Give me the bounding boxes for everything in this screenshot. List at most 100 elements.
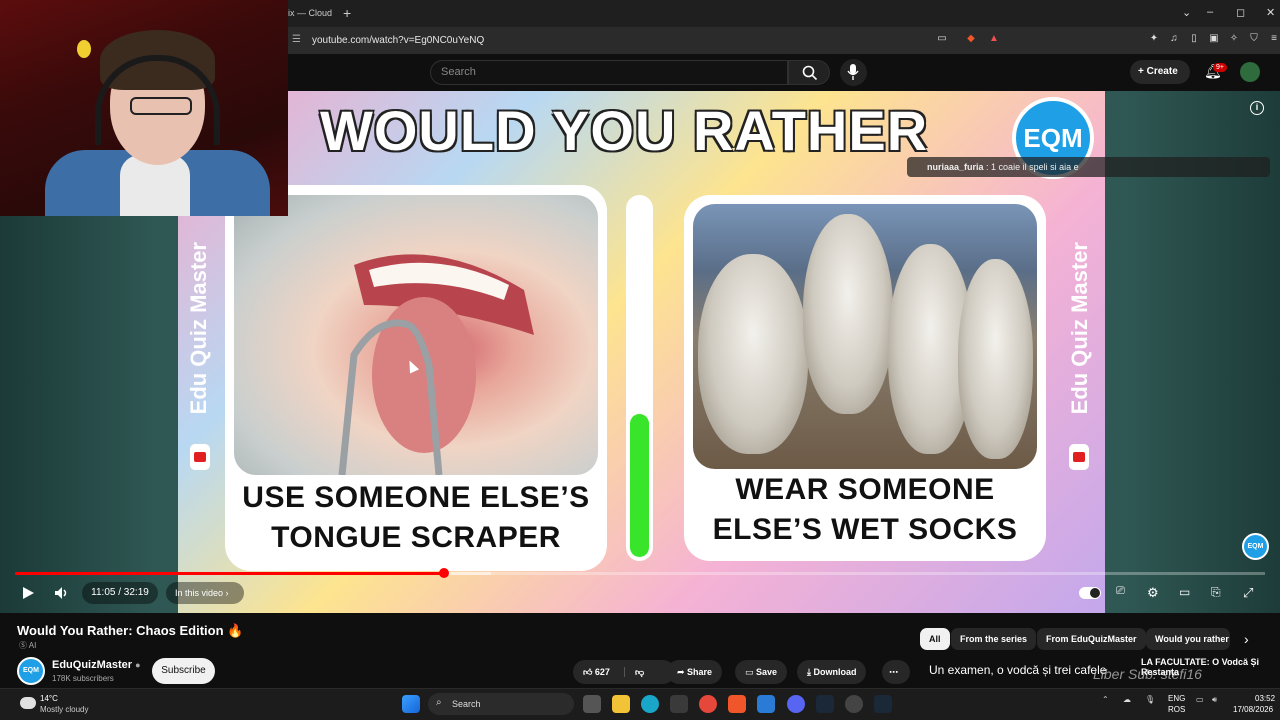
search-button[interactable]: [788, 60, 830, 85]
voice-search-button[interactable]: [840, 59, 867, 86]
cloud-icon[interactable]: [20, 697, 36, 709]
autoplay-toggle[interactable]: [1079, 587, 1101, 599]
close-window-button[interactable]: ✕: [1266, 6, 1275, 19]
chapter-label: In this video: [175, 588, 224, 598]
webcam-overlay: [0, 0, 288, 216]
input-language[interactable]: ENG: [1168, 694, 1185, 703]
weather-temp[interactable]: 14°C: [40, 694, 58, 703]
fullscreen-icon[interactable]: ⤢: [1243, 585, 1253, 601]
download-label: Download: [813, 667, 857, 677]
taskbar-search[interactable]: Search: [428, 693, 574, 715]
chip-would-you-rather[interactable]: Would you rather: [1146, 628, 1230, 650]
maximize-button[interactable]: ◻: [1236, 6, 1245, 19]
chapter-button[interactable]: In this video ›: [166, 582, 244, 604]
vscode-icon[interactable]: [757, 695, 775, 713]
windows-start-icon[interactable]: [402, 695, 420, 713]
side-brand-right: Edu Quiz Master: [1067, 242, 1092, 415]
file-explorer-icon[interactable]: [612, 695, 630, 713]
search-icon: [802, 65, 818, 81]
cast-icon[interactable]: ⎘: [1211, 585, 1221, 600]
task-view-icon[interactable]: [583, 695, 601, 713]
like-button[interactable]: 👍︎ 627 👎︎: [573, 660, 675, 684]
leo-icon[interactable]: ✧: [1228, 33, 1240, 45]
sidebar-icon[interactable]: ▯: [1188, 33, 1200, 45]
chevron-right-icon[interactable]: ›: [1244, 631, 1249, 647]
share-icon: ➦: [677, 667, 688, 677]
search-icon: ⌕: [436, 697, 442, 708]
search-input[interactable]: [430, 60, 788, 85]
video-title: Would You Rather: Chaos Edition 🔥: [17, 623, 244, 638]
menu-icon[interactable]: ≡: [1268, 33, 1280, 45]
media-icon[interactable]: ♫: [1168, 33, 1180, 45]
download-button[interactable]: ⤓ Download: [797, 660, 867, 684]
settings-gear-icon[interactable]: ⚙: [1147, 585, 1159, 601]
wall-sign: [77, 40, 91, 58]
keyboard-layout[interactable]: ROS: [1168, 705, 1185, 714]
brave-shield-icon[interactable]: ◆: [965, 33, 977, 45]
thumbs-down-icon[interactable]: 👎︎: [623, 667, 645, 677]
notification-badge: 9+: [1213, 63, 1227, 72]
recommended-video-title[interactable]: Un examen, o vodcă și trei cafele: [929, 663, 1106, 677]
volume-icon[interactable]: [54, 586, 70, 600]
microphone-icon: [847, 64, 859, 80]
create-button[interactable]: + Create: [1130, 60, 1190, 84]
tongue-scraper-image: [234, 195, 598, 475]
chat-overlay: nuriaaa_furia : 1 coaie il speli si aia …: [907, 157, 1270, 177]
scrubber-handle[interactable]: [438, 568, 449, 578]
channel-name[interactable]: EduQuizMaster ●: [52, 659, 141, 671]
browser-tab[interactable]: ix — Cloud: [288, 8, 332, 18]
tab-search-icon[interactable]: ⌄: [1182, 6, 1191, 19]
play-icon[interactable]: [21, 586, 35, 600]
chip-from-series[interactable]: From the series: [951, 628, 1037, 650]
chat-message: 1 coaie il speli si aia e: [991, 162, 1079, 172]
steam-icon[interactable]: [816, 695, 834, 713]
captions-icon[interactable]: ⎚: [1116, 585, 1125, 598]
miniplayer-icon[interactable]: ▭: [1179, 585, 1190, 599]
volume-icon[interactable]: 🔊︎: [1212, 695, 1217, 705]
channel-name-text: EduQuizMaster: [52, 659, 133, 671]
wallet-icon[interactable]: ▣: [1208, 33, 1220, 45]
clock-date[interactable]: 17/08/2026: [1233, 705, 1273, 714]
bookmark-icon: ▭: [745, 667, 757, 677]
vpn-icon[interactable]: ⛉: [1248, 33, 1260, 45]
channel-avatar[interactable]: EQM: [17, 657, 45, 685]
clock-time[interactable]: 03:52: [1255, 694, 1275, 703]
account-avatar[interactable]: [1240, 62, 1260, 82]
brave-icon[interactable]: [728, 695, 746, 713]
thumbnail-title: WOULD YOU RATHER: [320, 99, 929, 162]
cast-icon[interactable]: ▭: [936, 33, 948, 45]
played-bar: [15, 572, 444, 575]
search-placeholder: Search: [441, 66, 476, 78]
url-field[interactable]: youtube.com/watch?v=Eg0NC0uYeNQ: [312, 35, 484, 46]
discord-icon[interactable]: [787, 695, 805, 713]
minimize-button[interactable]: –: [1207, 6, 1213, 18]
chip-from-channel[interactable]: From EduQuizMaster: [1037, 628, 1146, 650]
youtube-logo-icon: [1069, 444, 1089, 470]
weather-condition[interactable]: Mostly cloudy: [40, 705, 88, 714]
site-info-icon[interactable]: ☰: [292, 34, 301, 45]
more-actions-button[interactable]: ⋯: [882, 660, 910, 684]
steam-icon[interactable]: [874, 695, 892, 713]
info-icon[interactable]: i: [1250, 101, 1264, 115]
rewards-icon[interactable]: ▲: [988, 33, 1000, 45]
chevron-up-icon[interactable]: ⌃: [1102, 695, 1109, 704]
new-tab-button[interactable]: +: [343, 5, 351, 21]
option-text-left: USE SOMEONE ELSE’S TONGUE SCRAPER: [242, 481, 590, 554]
extensions-icon[interactable]: ✦: [1148, 33, 1160, 45]
chip-all[interactable]: All: [920, 628, 950, 650]
edge-icon[interactable]: [641, 695, 659, 713]
network-icon[interactable]: ▭: [1196, 695, 1204, 704]
chrome-icon[interactable]: [699, 695, 717, 713]
subscribe-button[interactable]: Subscribe: [152, 658, 215, 684]
share-label: Share: [687, 667, 713, 677]
recommended-thumb-text: LA FACULTATE: O Vodcă Și Restanța: [1141, 657, 1259, 677]
microphone-icon[interactable]: 🎙︎: [1145, 695, 1155, 704]
save-button[interactable]: ▭ Save: [735, 660, 788, 684]
obs-icon[interactable]: [845, 695, 863, 713]
create-label: Create: [1146, 66, 1178, 77]
time-display: 11:05 / 32:19: [82, 582, 158, 604]
onedrive-icon[interactable]: ☁: [1123, 695, 1131, 704]
share-button[interactable]: ➦ Share: [667, 660, 723, 684]
channel-watermark[interactable]: EQM: [1242, 533, 1269, 560]
store-icon[interactable]: [670, 695, 688, 713]
